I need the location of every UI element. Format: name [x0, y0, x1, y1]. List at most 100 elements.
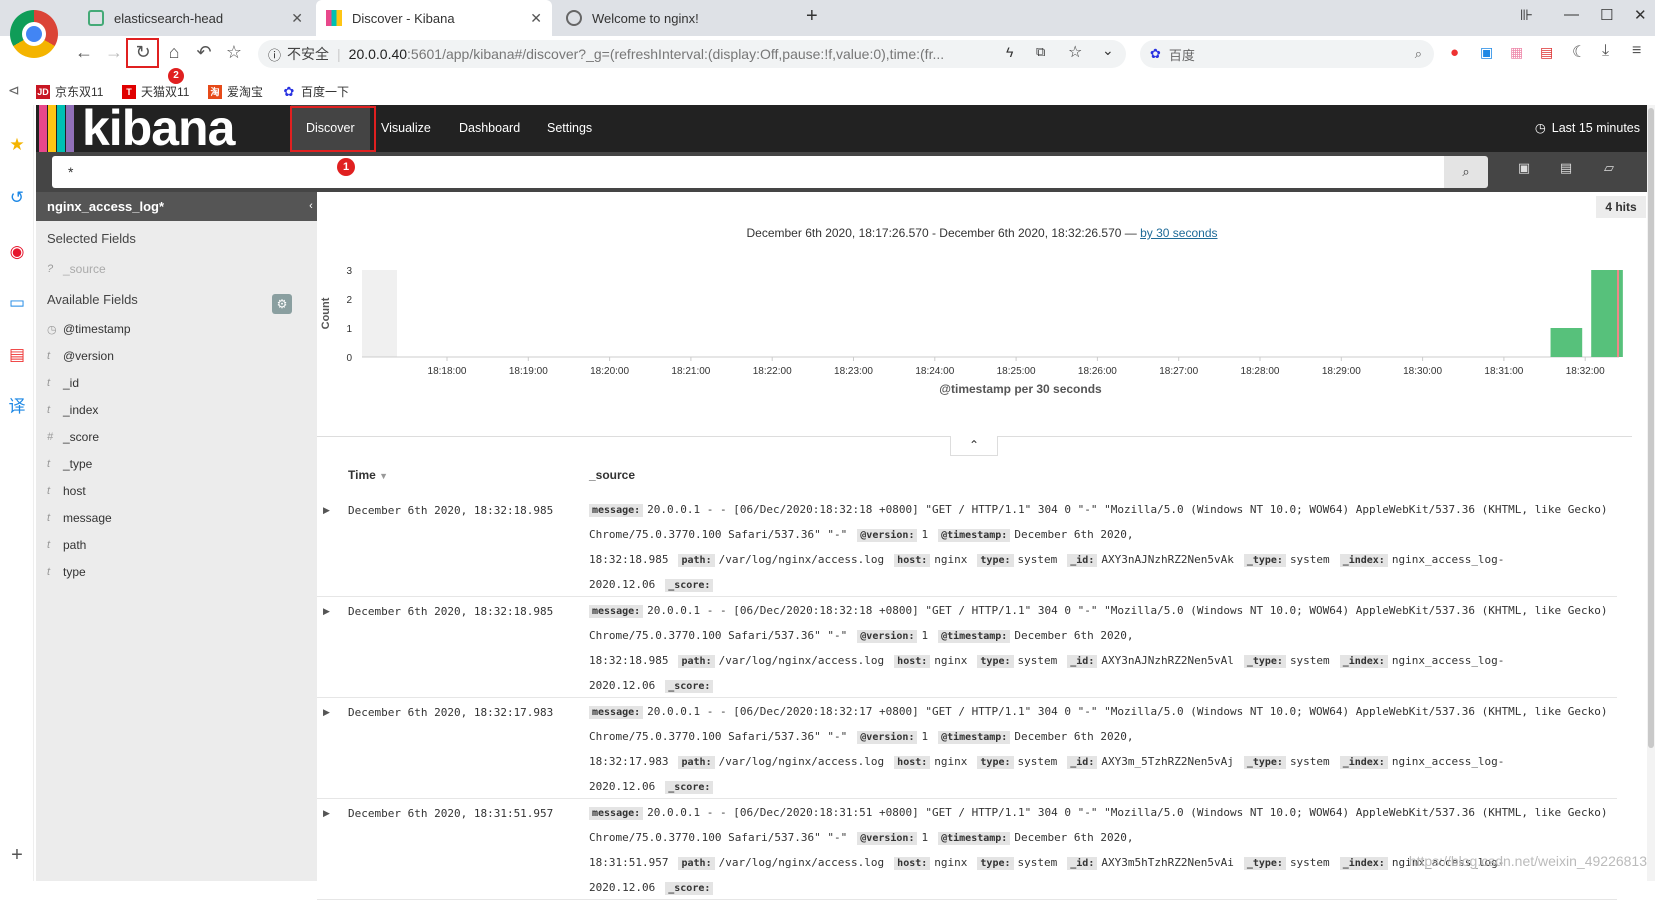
field-item[interactable]: thost	[47, 484, 86, 498]
favorite-star-icon[interactable]: ☆	[1068, 42, 1082, 62]
home-icon[interactable]: ⌂	[162, 42, 186, 63]
field-item[interactable]: #_score	[47, 430, 99, 444]
field-item[interactable]: tpath	[47, 538, 86, 552]
tab-welcome-nginx[interactable]: Welcome to nginx!	[556, 0, 792, 36]
index-pattern-selector[interactable]: nginx_access_log*	[36, 192, 317, 221]
chevron-down-icon[interactable]: ⌄	[1102, 42, 1114, 59]
download-icon[interactable]: ⤓	[1602, 42, 1609, 60]
row-source: message:20.0.0.1 - - [06/Dec/2020:18:32:…	[589, 498, 1619, 598]
maximize-icon[interactable]: ☐	[1600, 6, 1613, 24]
field-item[interactable]: t_id	[47, 376, 79, 390]
new-tab-button[interactable]: +	[806, 5, 818, 28]
time-picker[interactable]: ◷Last 15 minutes	[1535, 105, 1640, 152]
interval-link[interactable]: by 30 seconds	[1140, 226, 1217, 240]
open-search-icon[interactable]: ▱	[1597, 160, 1621, 176]
close-window-icon[interactable]: ✕	[1634, 6, 1647, 24]
ext-icon-1[interactable]: ●	[1450, 44, 1459, 61]
table-row[interactable]: ▶December 6th 2020, 18:32:18.985message:…	[317, 496, 1617, 597]
query-input[interactable]: *	[52, 156, 1444, 188]
field-key: path:	[678, 756, 714, 769]
field-key: path:	[678, 857, 714, 870]
kibana-logo[interactable]: kibana	[36, 105, 271, 152]
minimize-icon[interactable]: —	[1564, 6, 1579, 23]
y-axis-label: Count	[320, 297, 332, 329]
search-icon[interactable]: ⌕	[1415, 46, 1422, 62]
undo-icon[interactable]: ↶	[192, 42, 216, 63]
field-item[interactable]: t_index	[47, 403, 98, 417]
forward-icon[interactable]: →	[102, 42, 126, 63]
expand-row-icon[interactable]: ▶	[323, 808, 330, 819]
menu-icon[interactable]: ≡	[1632, 42, 1641, 60]
apps-grid-icon[interactable]: ▦	[1510, 44, 1523, 61]
lightning-icon[interactable]: ϟ	[1006, 44, 1013, 60]
window-icon[interactable]: ▭	[7, 293, 27, 313]
expand-row-icon[interactable]: ▶	[323, 505, 330, 516]
field-source[interactable]: ? _source	[47, 262, 106, 276]
clock-icon: ◷	[47, 323, 63, 336]
close-tab-icon[interactable]: ✕	[530, 10, 542, 27]
field-item[interactable]: ttype	[47, 565, 86, 579]
tab-dashboard[interactable]: Dashboard	[444, 105, 535, 152]
dark-mode-icon[interactable]: ☾	[1572, 42, 1586, 62]
add-icon[interactable]: +	[7, 845, 27, 865]
chart-collapse-button[interactable]: ⌃	[950, 436, 998, 456]
ext-translate-icon[interactable]: ▣	[1480, 44, 1493, 61]
y-tick-label: 2	[346, 295, 352, 306]
field-type-icon: t	[47, 458, 63, 470]
expand-row-icon[interactable]: ▶	[323, 707, 330, 718]
field-item[interactable]: t@version	[47, 349, 114, 363]
field-name: _id	[63, 376, 79, 390]
column-time-header[interactable]: Time ▼	[348, 468, 388, 482]
tab-settings[interactable]: Settings	[532, 105, 607, 152]
scrollbar-thumb[interactable]	[1648, 108, 1654, 748]
clock-icon: ◷	[1535, 121, 1546, 135]
history-icon[interactable]: ↺	[7, 188, 27, 208]
bookmarks-bar: ⊲ JD 京东双11 T 天猫双11 淘 爱淘宝 ✿ 百度一下	[0, 80, 1655, 104]
table-row[interactable]: ▶December 6th 2020, 18:32:17.983message:…	[317, 698, 1617, 799]
collapse-sidebar-icon[interactable]: ‹	[305, 192, 317, 221]
search-engine-box[interactable]: ✿ 百度 ⌕	[1140, 40, 1434, 68]
bookmark-tmall[interactable]: T 天猫双11	[122, 83, 189, 100]
field-value: nginx	[934, 654, 967, 667]
sidebar-toggle-icon[interactable]: ⊲	[8, 82, 20, 99]
bookmark-jd[interactable]: JD 京东双11	[36, 83, 103, 100]
translate-icon[interactable]: 译	[7, 397, 27, 417]
expand-row-icon[interactable]: ▶	[323, 606, 330, 617]
field-value: nginx	[934, 856, 967, 869]
weibo-icon[interactable]: ◉	[7, 242, 27, 262]
field-key: host:	[894, 857, 930, 870]
tab-kibana-discover[interactable]: Discover - Kibana ✕	[316, 0, 552, 36]
table-row[interactable]: ▶December 6th 2020, 18:31:51.957message:…	[317, 799, 1617, 900]
new-search-icon[interactable]: ▣	[1512, 160, 1536, 176]
field-item[interactable]: tmessage	[47, 511, 112, 525]
pdf-icon[interactable]: ▤	[1540, 44, 1553, 61]
translate-icon[interactable]: ⧉	[1036, 44, 1045, 60]
field-value: system	[1018, 755, 1058, 768]
url-path: :5601/app/kibana#/discover?_g=(refreshIn…	[407, 46, 944, 62]
address-bar[interactable]: ⓘ 不安全 | 20.0.0.40 :5601/app/kibana#/disc…	[258, 40, 1126, 68]
field-key: @version:	[857, 529, 917, 542]
x-tick-label: 18:22:00	[753, 366, 792, 377]
field-key: @timestamp:	[938, 630, 1010, 643]
field-value: /var/log/nginx/access.log	[719, 755, 885, 768]
bookmark-star-icon[interactable]: ☆	[222, 42, 246, 63]
tab-visualize[interactable]: Visualize	[366, 105, 446, 152]
field-type-icon: #	[47, 431, 63, 443]
field-value: AXY3nAJNzhRZ2Nen5vAl	[1101, 654, 1233, 667]
save-search-icon[interactable]: ▤	[1554, 160, 1578, 176]
field-item[interactable]: t_type	[47, 457, 92, 471]
back-icon[interactable]: ←	[72, 42, 96, 63]
favorites-star-icon[interactable]: ★	[7, 135, 27, 155]
bookmark-aitaobao[interactable]: 淘 爱淘宝	[208, 83, 263, 100]
tab-elasticsearch-head[interactable]: elasticsearch-head ✕	[78, 0, 313, 36]
field-item[interactable]: ◷@timestamp	[47, 322, 131, 336]
table-row[interactable]: ▶December 6th 2020, 18:32:18.985message:…	[317, 597, 1617, 698]
search-button[interactable]: ⌕	[1444, 156, 1488, 188]
gear-icon[interactable]: ⚙	[272, 294, 292, 314]
field-key: @timestamp:	[938, 731, 1010, 744]
bookmark-baidu[interactable]: ✿ 百度一下	[282, 83, 349, 100]
field-type-icon: t	[47, 350, 63, 362]
pdf-icon[interactable]: ▤	[7, 345, 27, 365]
tablet-mode-icon[interactable]: ⊪	[1520, 6, 1533, 24]
close-tab-icon[interactable]: ✕	[291, 10, 303, 27]
